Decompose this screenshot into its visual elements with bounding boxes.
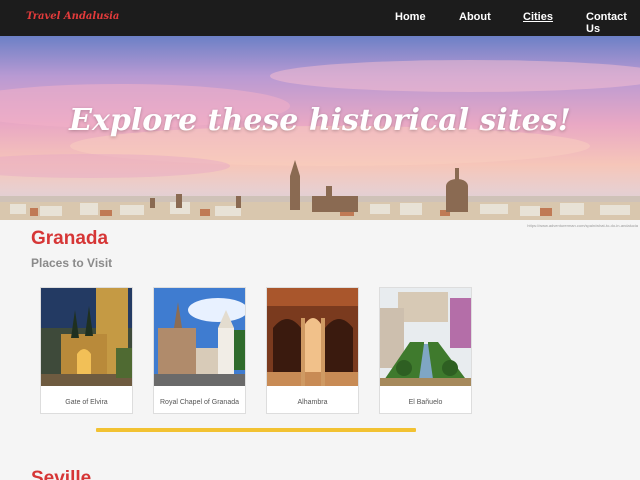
place-card-el-banuelo[interactable]: El Bañuelo	[379, 287, 472, 414]
next-city-heading: Seville	[31, 468, 92, 480]
nav-link-about[interactable]: About	[459, 11, 491, 23]
royal-chapel-photo	[154, 288, 245, 386]
image-credit[interactable]: https://www.adventurerman.com/spain/what…	[527, 223, 638, 228]
place-caption: Gate of Elvira	[65, 399, 108, 406]
section-divider	[96, 428, 416, 432]
place-card-royal-chapel[interactable]: Royal Chapel of Granada	[153, 287, 246, 414]
place-caption: Alhambra	[297, 399, 328, 406]
nav-link-cities[interactable]: Cities	[523, 11, 553, 23]
top-navbar: Travel Andalusia Home About Cities Conta…	[0, 0, 640, 36]
place-card-gate-of-elvira[interactable]: Gate of Elvira	[40, 287, 133, 414]
places-subheading: Places to Visit	[31, 256, 113, 270]
place-caption: Royal Chapel of Granada	[160, 399, 239, 406]
gate-of-elvira-photo	[41, 288, 132, 386]
city-heading: Granada	[31, 228, 109, 249]
hero-banner: Explore these historical sites!	[0, 36, 640, 220]
alhambra-photo	[267, 288, 358, 386]
nav-link-home[interactable]: Home	[395, 11, 426, 23]
nav-link-contact[interactable]: Contact Us	[586, 11, 640, 35]
place-caption: El Bañuelo	[408, 399, 443, 406]
place-card-alhambra[interactable]: Alhambra	[266, 287, 359, 414]
el-banuelo-photo	[380, 288, 471, 386]
hero-heading: Explore these historical sites!	[69, 103, 571, 138]
brand-logo[interactable]: Travel Andalusia	[26, 11, 119, 22]
